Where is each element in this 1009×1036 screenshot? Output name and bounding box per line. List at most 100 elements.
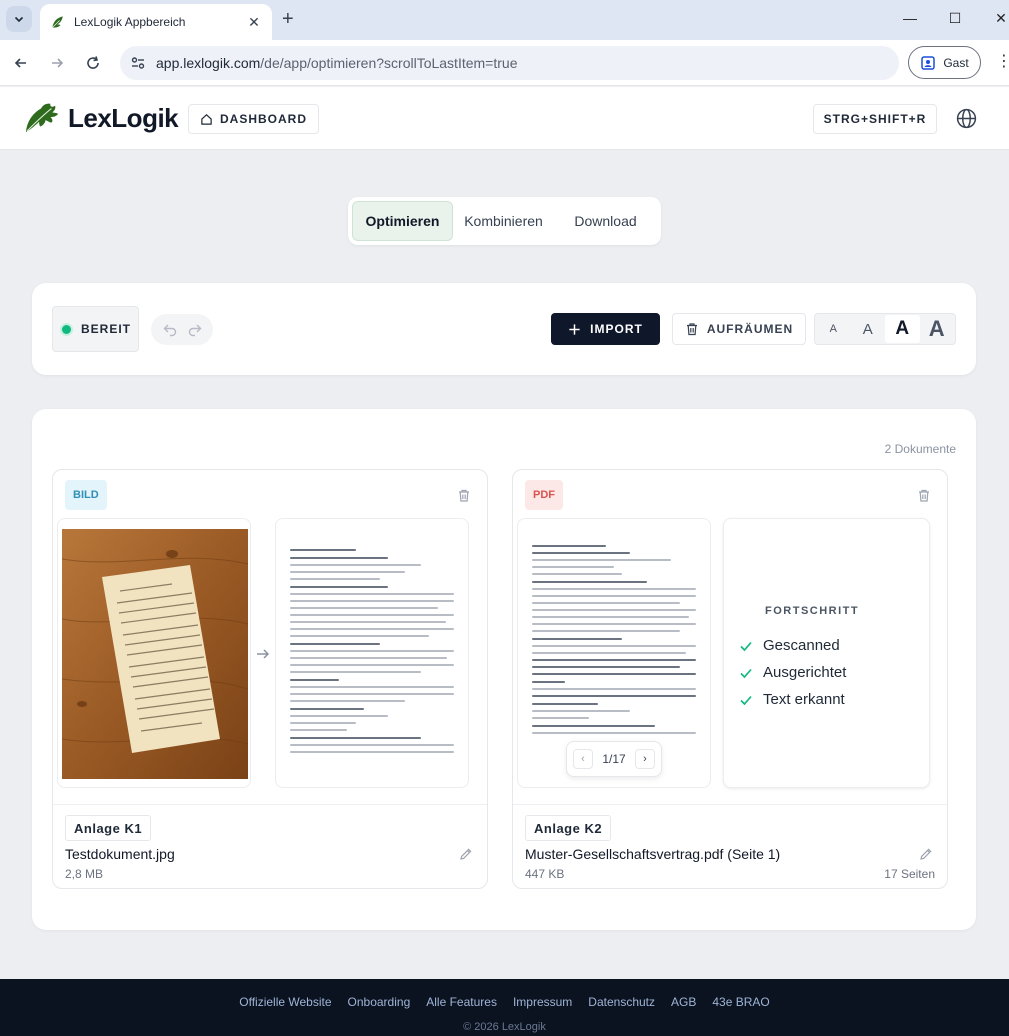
arrow-left-icon [14, 58, 26, 68]
site-settings-icon[interactable] [130, 55, 146, 71]
new-tab-button[interactable]: + [282, 9, 294, 29]
progress-title: FORTSCHRITT [765, 605, 860, 617]
exhibit-tag[interactable]: Anlage K1 [65, 815, 152, 841]
status-badge: BEREIT [52, 306, 139, 352]
reload-button[interactable] [83, 53, 103, 73]
exhibit-tag[interactable]: Anlage K2 [525, 815, 612, 841]
profile-icon [921, 55, 936, 70]
type-badge-image: BILD [65, 480, 107, 510]
font-size-sm[interactable]: A [851, 315, 886, 343]
oak-leaf-logo-icon [25, 103, 58, 133]
pdf-page-thumbnail[interactable]: ‹ 1/17 › [517, 518, 711, 788]
font-size-selector: A A A A [814, 313, 956, 345]
tab-optimieren[interactable]: Optimieren [352, 201, 454, 241]
tab-search-button[interactable] [6, 6, 32, 32]
file-name: Muster-Gesellschaftsvertrag.pdf (Seite 1… [525, 846, 781, 862]
dashboard-label: DASHBOARD [220, 112, 307, 126]
reload-icon [87, 56, 99, 69]
next-page-button[interactable]: › [634, 749, 655, 769]
documents-panel: 2 Dokumente BILD Anlage K1 Testdokument.… [32, 409, 976, 930]
footer-link-impressum[interactable]: Impressum [513, 995, 572, 1009]
back-button[interactable] [11, 53, 31, 73]
chevron-down-icon [14, 16, 24, 23]
font-size-md[interactable]: A [885, 315, 920, 343]
status-dot [59, 322, 73, 336]
copyright: © 2026 LexLogik [463, 1021, 546, 1033]
home-icon [201, 113, 212, 125]
cleanup-label: AUFRÄUMEN [706, 322, 794, 336]
trash-icon [686, 323, 697, 336]
file-size: 2,8 MB [65, 867, 104, 881]
status-label: BEREIT [80, 322, 131, 336]
brand-logo[interactable]: LexLogik [22, 101, 179, 135]
redo-icon[interactable] [187, 322, 203, 338]
browser-tabbar: LexLogik Appbereich ✕ + — ☐ ✕ [0, 0, 1009, 40]
profile-button[interactable]: Gast [908, 46, 981, 79]
tab-kombinieren[interactable]: Kombinieren [453, 201, 554, 241]
action-toolbar: BEREIT IMPORT AUFRÄUMEN A A A A [32, 283, 976, 375]
footer-link-brao[interactable]: 43e BRAO [712, 995, 769, 1009]
url-host: app.lexlogik.com [156, 55, 261, 71]
delete-document-icon[interactable] [457, 488, 471, 503]
page-indicator: 1/17 [602, 752, 626, 766]
oak-leaf-favicon-icon [52, 16, 63, 28]
globe-icon[interactable] [956, 108, 977, 129]
tab-close-icon[interactable]: ✕ [246, 14, 262, 31]
file-size: 447 KB [525, 867, 565, 881]
window-minimize-button[interactable]: — [900, 10, 920, 26]
page-count: 17 Seiten [884, 867, 935, 881]
browser-toolbar: app.lexlogik.com/de/app/optimieren?scrol… [0, 40, 1009, 86]
footer-link-datenschutz[interactable]: Datenschutz [588, 995, 655, 1009]
file-name: Testdokument.jpg [65, 846, 175, 862]
progress-step-label: Ausgerichtet [763, 664, 847, 681]
window-close-button[interactable]: ✕ [991, 10, 1009, 27]
check-icon [740, 641, 752, 651]
address-bar[interactable]: app.lexlogik.com/de/app/optimieren?scrol… [120, 46, 899, 80]
document-count: 2 Dokumente [884, 442, 956, 456]
footer-link-website[interactable]: Offizielle Website [239, 995, 331, 1009]
brand-name: LexLogik [68, 102, 179, 133]
photo-wood-document-image [62, 529, 248, 779]
forward-button[interactable] [47, 53, 67, 73]
font-size-lg[interactable]: A [920, 315, 955, 343]
footer-link-features[interactable]: Alle Features [426, 995, 497, 1009]
check-icon [740, 668, 752, 678]
mode-tabs: Optimieren Kombinieren Download [348, 197, 661, 245]
edit-pencil-icon[interactable] [919, 847, 933, 861]
font-size-xs[interactable]: A [816, 315, 851, 343]
browser-tab-active[interactable]: LexLogik Appbereich ✕ [40, 4, 272, 40]
prev-page-button[interactable]: ‹ [573, 749, 593, 769]
window-maximize-button[interactable]: ☐ [945, 10, 965, 27]
undo-icon[interactable] [162, 322, 178, 338]
history-controls [151, 314, 213, 345]
delete-document-icon[interactable] [917, 488, 931, 503]
app-header: LexLogik DASHBOARD STRG+SHIFT+R [0, 87, 1009, 150]
optimized-image-thumbnail[interactable] [275, 518, 469, 788]
browser-menu-icon[interactable]: ⋮ [996, 52, 1009, 72]
footer-link-onboarding[interactable]: Onboarding [348, 995, 411, 1009]
progress-panel: FORTSCHRITT Gescanned Ausgerichtet Text … [723, 518, 930, 788]
profile-label: Gast [943, 55, 969, 70]
progress-step: Ausgerichtet [739, 664, 846, 681]
import-button[interactable]: IMPORT [551, 313, 660, 345]
import-label: IMPORT [590, 322, 643, 336]
original-image-thumbnail[interactable] [57, 518, 251, 788]
page-navigator: ‹ 1/17 › [566, 741, 662, 777]
document-card-pdf[interactable]: PDF ‹ 1/17 › FORTSCHRITT Gescanned Ausge… [512, 469, 948, 889]
footer-link-agb[interactable]: AGB [671, 995, 696, 1009]
plus-icon [569, 323, 580, 335]
url-path: /de/app/optimieren?scrollToLastItem=true [260, 55, 518, 71]
document-card-footer: Anlage K1 Testdokument.jpg 2,8 MB [53, 804, 487, 888]
progress-step-label: Gescanned [763, 637, 840, 654]
progress-step: Text erkannt [739, 691, 845, 708]
site-footer: Offizielle Website Onboarding Alle Featu… [0, 979, 1009, 1036]
edit-pencil-icon[interactable] [459, 847, 473, 861]
shortcut-button[interactable]: STRG+SHIFT+R [813, 104, 937, 134]
cleanup-button[interactable]: AUFRÄUMEN [672, 313, 806, 345]
dashboard-button[interactable]: DASHBOARD [188, 104, 319, 134]
document-card-image[interactable]: BILD Anlage K1 Testdokument.jpg 2,8 MB [52, 469, 488, 889]
progress-step-label: Text erkannt [763, 691, 845, 708]
type-badge-pdf: PDF [525, 480, 563, 510]
url-text: app.lexlogik.com/de/app/optimieren?scrol… [156, 55, 517, 71]
tab-download[interactable]: Download [554, 201, 657, 241]
